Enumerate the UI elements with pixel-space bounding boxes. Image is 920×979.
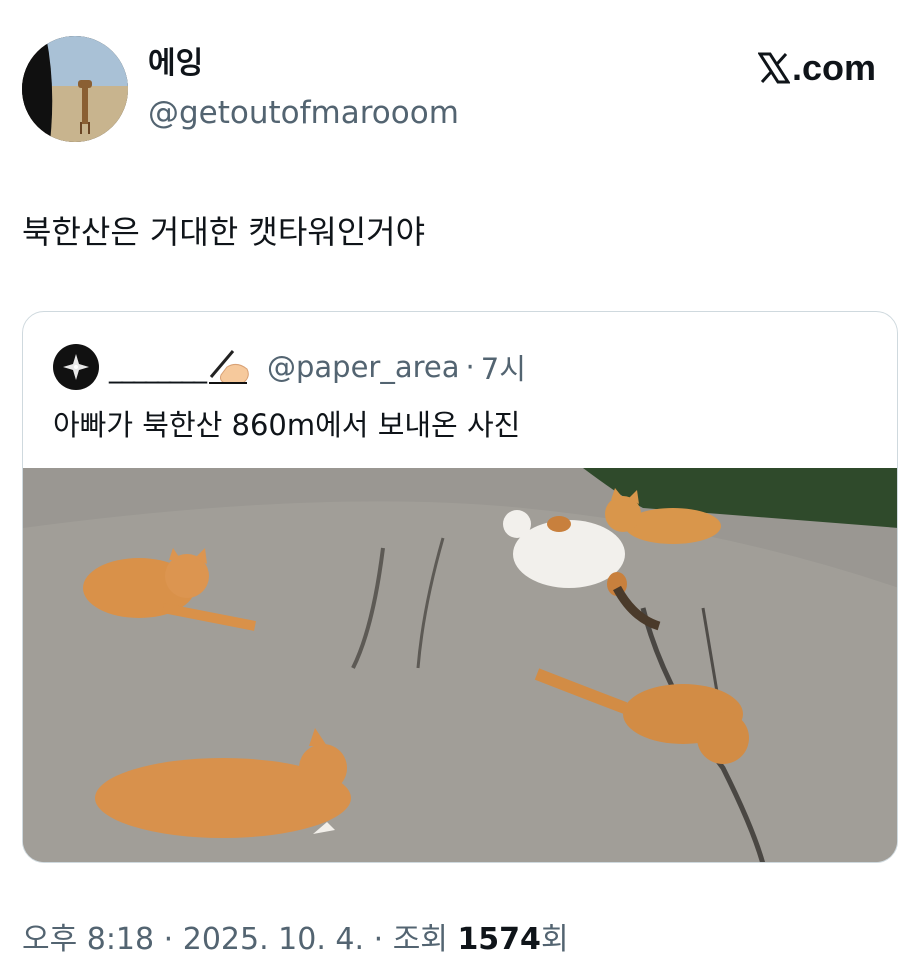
views-count[interactable]: 1574 <box>457 922 541 957</box>
views-label: 조회 <box>392 922 448 957</box>
quoted-timestamp[interactable]: 7시 <box>481 346 526 388</box>
quoted-tweet-card[interactable]: ________ @paper_area · 7시 아빠가 북한산 860m에서… <box>22 311 898 863</box>
quoted-tweet-header: ________ @paper_area · 7시 <box>53 344 526 390</box>
tweet-meta: 오후 8:18 · 2025. 10. 4. · 조회 1574회 <box>22 920 569 960</box>
separator-dot: · <box>163 922 174 957</box>
author-handle[interactable]: @getoutofmarooom <box>148 94 459 132</box>
post-date[interactable]: 2025. 10. 4. <box>183 922 364 957</box>
tweet-text: 북한산은 거대한 캣타워인거야 <box>22 213 426 251</box>
giraffe-avatar-image <box>22 36 128 142</box>
quoted-tweet-text: 아빠가 북한산 860m에서 보내온 사진 <box>53 408 521 442</box>
quoted-display-name[interactable]: ________ <box>109 351 207 384</box>
writing-hand-icon <box>209 350 249 384</box>
site-logo-text: .com <box>791 47 876 88</box>
quoted-photo[interactable] <box>23 468 897 862</box>
separator-dot: · <box>373 922 384 957</box>
quoted-handle[interactable]: @paper_area <box>267 350 460 384</box>
views-suffix: 회 <box>540 922 569 957</box>
cats-on-rock-photo <box>23 468 897 862</box>
x-logo-icon <box>757 52 790 84</box>
quoted-avatar[interactable] <box>53 344 99 390</box>
author-display-name[interactable]: 에잉 <box>148 46 203 82</box>
author-avatar[interactable] <box>22 36 128 142</box>
site-logo[interactable]: .com <box>757 47 876 88</box>
separator-dot: · <box>465 350 475 384</box>
post-time[interactable]: 오후 8:18 <box>22 922 154 957</box>
star-avatar-icon <box>63 354 89 380</box>
